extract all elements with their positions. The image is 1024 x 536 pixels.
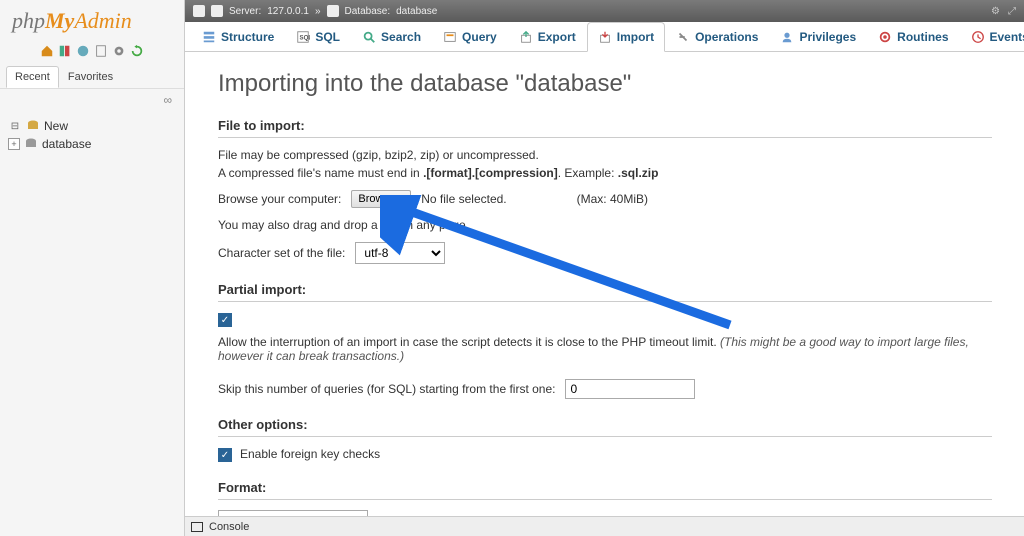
tree-database[interactable]: + database [4, 135, 180, 153]
tab-structure[interactable]: Structure [191, 22, 285, 51]
tab-favorites[interactable]: Favorites [59, 66, 122, 88]
breadcrumb-bar: Server: 127.0.0.1 » Database: database ⚙… [185, 0, 1024, 22]
bc-server-link[interactable]: 127.0.0.1 [267, 6, 309, 17]
bc-sep: » [315, 6, 321, 17]
db-icon [327, 5, 339, 17]
back-icon[interactable] [193, 5, 205, 17]
main-content: Importing into the database "database" F… [186, 52, 1024, 536]
link-icon[interactable]: ∞ [0, 89, 184, 111]
drag-drop-hint: You may also drag and drop a file on any… [218, 218, 992, 232]
section-format: Format: [218, 480, 992, 500]
logo-icons-row [0, 42, 184, 66]
docs-icon[interactable] [94, 44, 108, 58]
page-title: Importing into the database "database" [218, 70, 992, 98]
tab-operations[interactable]: Operations [665, 22, 769, 51]
refresh-icon[interactable] [130, 44, 144, 58]
partial-allow-row: ✓ [218, 312, 992, 327]
charset-select[interactable]: utf-8 [355, 242, 445, 264]
partial-allow-checkbox[interactable]: ✓ [218, 313, 232, 327]
bc-db-label: Database: [345, 6, 391, 17]
tab-sql[interactable]: SQLSQL [285, 22, 351, 51]
skip-row: Skip this number of queries (for SQL) st… [218, 379, 992, 399]
console-bar[interactable]: Console [185, 516, 1024, 536]
tab-import[interactable]: Import [587, 22, 665, 52]
sidebar-tabs: Recent Favorites [0, 66, 184, 89]
db-icon [24, 137, 38, 151]
tab-routines[interactable]: Routines [867, 22, 959, 51]
compress-help-1: File may be compressed (gzip, bzip2, zip… [218, 148, 992, 162]
expand-icon[interactable]: + [8, 138, 20, 150]
skip-label: Skip this number of queries (for SQL) st… [218, 382, 555, 396]
console-label: Console [209, 521, 249, 533]
bc-server-label: Server: [229, 6, 261, 17]
browse-button[interactable]: Browse... [351, 190, 411, 208]
section-file-to-import: File to import: [218, 118, 992, 138]
server-icon [211, 5, 223, 17]
tree-db-label: database [42, 137, 91, 151]
no-file-label: No file selected. [421, 192, 506, 206]
tab-export[interactable]: Export [508, 22, 587, 51]
charset-row: Character set of the file: utf-8 [218, 242, 992, 264]
browse-label: Browse your computer: [218, 192, 341, 206]
svg-text:SQL: SQL [300, 35, 311, 42]
expand-icon[interactable]: ⤢ [1008, 6, 1016, 17]
db-tree: ⊟ New + database [0, 111, 184, 159]
fk-row: ✓ Enable foreign key checks [218, 447, 992, 462]
sidebar: phpMyAdmin Recent Favorites ∞ ⊟ New + da… [0, 0, 185, 536]
charset-label: Character set of the file: [218, 246, 345, 260]
fk-checkbox[interactable]: ✓ [218, 448, 232, 462]
section-other-options: Other options: [218, 417, 992, 437]
exit-icon[interactable] [58, 44, 72, 58]
max-size-label: (Max: 40MiB) [577, 192, 648, 206]
logo[interactable]: phpMyAdmin [0, 0, 184, 42]
partial-text: Allow the interruption of an import in c… [218, 335, 992, 363]
fk-label: Enable foreign key checks [240, 447, 380, 461]
console-icon [191, 522, 203, 532]
tab-privileges[interactable]: Privileges [769, 22, 867, 51]
branch-icon: ⊟ [8, 119, 22, 133]
skip-input[interactable] [565, 379, 695, 399]
gear-icon[interactable] [112, 44, 126, 58]
tree-new-label: New [44, 119, 68, 133]
tab-search[interactable]: Search [351, 22, 432, 51]
gear-icon[interactable]: ⚙ [991, 6, 1000, 17]
tab-query[interactable]: Query [432, 22, 508, 51]
bc-db-link[interactable]: database [396, 6, 437, 17]
nav-tabs: Structure SQLSQL Search Query Export Imp… [185, 22, 1024, 52]
browse-row: Browse your computer: Browse... No file … [218, 190, 992, 208]
home-icon[interactable] [40, 44, 54, 58]
section-partial-import: Partial import: [218, 282, 992, 302]
tab-events[interactable]: Events [960, 22, 1024, 51]
tree-new[interactable]: ⊟ New [4, 117, 180, 135]
tab-recent[interactable]: Recent [6, 66, 59, 88]
globe-icon[interactable] [76, 44, 90, 58]
new-db-icon [26, 119, 40, 133]
compress-help-2: A compressed file's name must end in .[f… [218, 166, 992, 180]
